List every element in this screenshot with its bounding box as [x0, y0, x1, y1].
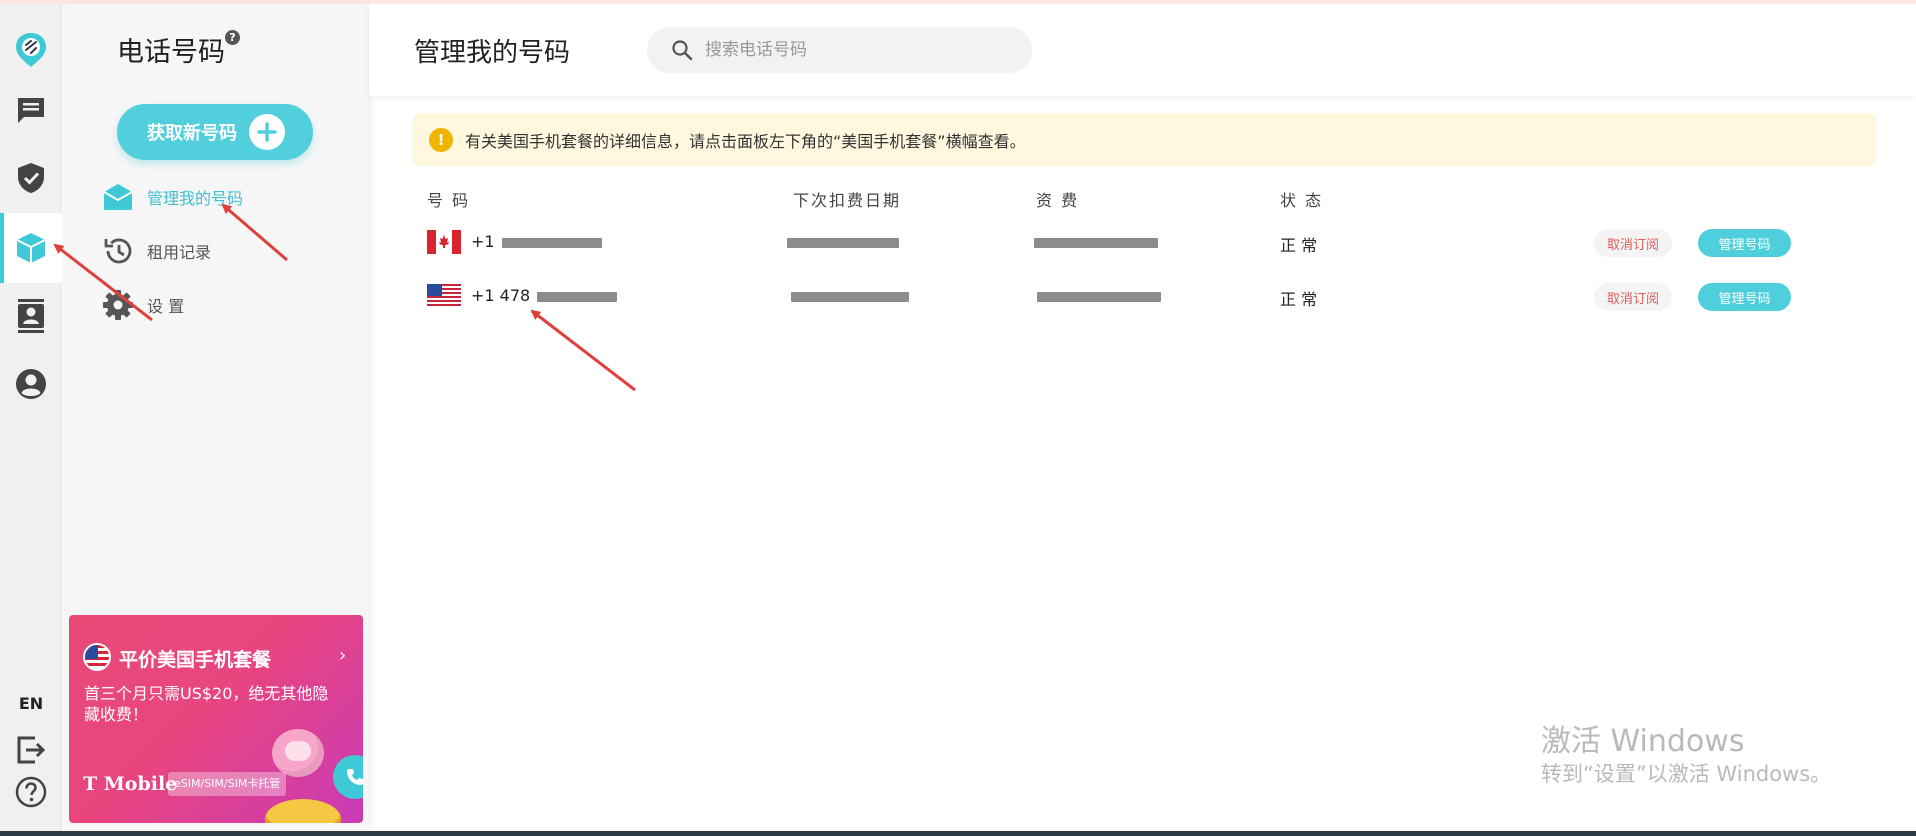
search-icon [672, 40, 693, 61]
get-new-number-button[interactable]: 获取新号码 [117, 104, 313, 160]
sim-card-icon [99, 179, 137, 215]
icon-rail: EN [0, 4, 62, 831]
rail-security[interactable] [0, 148, 62, 208]
redacted-number [501, 237, 602, 248]
redacted-fee [1034, 238, 1158, 248]
us-flag-icon [427, 284, 461, 308]
phone-number: +1 [471, 232, 602, 251]
us-flag-icon [83, 643, 111, 671]
unsubscribe-button[interactable]: 取消订阅 [1594, 283, 1672, 311]
search-bar[interactable] [647, 27, 1032, 73]
promo-tag: eSIM/SIM/SIM卡托管 [168, 772, 287, 796]
panel-title: 电话号码 [117, 37, 225, 68]
canada-flag-icon [427, 230, 461, 254]
search-input[interactable] [705, 40, 1005, 60]
chevron-right-icon: › [339, 645, 347, 666]
history-icon [99, 233, 137, 269]
phone-number: +1 478 [471, 286, 618, 305]
promo-description: 首三个月只需US$20，绝无其他隐藏收费！ [84, 684, 329, 724]
windows-activation-watermark: 激活 Windows [1541, 724, 1745, 759]
table-row: +1 正 常 取消订阅 管理号码 [413, 220, 1876, 264]
shield-check-icon [18, 163, 44, 193]
redacted-fee [1037, 292, 1161, 302]
column-header-number: 号 码 [427, 191, 471, 210]
promo-brand: T Mobile [83, 773, 178, 795]
column-header-fee: 资 费 [1036, 191, 1080, 210]
get-new-number-label: 获取新号码 [147, 123, 237, 143]
rail-contacts[interactable] [0, 286, 62, 346]
chat-bubble-icon [272, 729, 324, 777]
app-logo[interactable] [0, 20, 62, 80]
plus-icon [249, 114, 285, 150]
annotation-arrow [530, 309, 636, 392]
taskbar-edge [0, 831, 1916, 836]
contacts-icon [18, 299, 44, 333]
nav-rental-history-label: 租用记录 [147, 243, 212, 262]
rail-messages[interactable] [0, 80, 62, 140]
user-circle-icon [16, 369, 46, 399]
page-title: 管理我的号码 [414, 38, 571, 68]
rail-help[interactable] [0, 762, 62, 822]
rail-account[interactable] [0, 354, 62, 414]
status-badge: 正 常 [1280, 290, 1318, 309]
notice-text: 有关美国手机套餐的详细信息，请点击面板左下角的“美国手机套餐”横幅查看。 [465, 131, 1026, 151]
info-notice: ! 有关美国手机套餐的详细信息，请点击面板左下角的“美国手机套餐”横幅查看。 [413, 113, 1876, 166]
redacted-billing-date [787, 238, 899, 248]
main-header: 管理我的号码 [369, 4, 1916, 96]
rail-numbers[interactable] [0, 213, 62, 283]
redacted-billing-date [791, 292, 909, 302]
coin-icon [265, 799, 341, 823]
gear-icon [99, 287, 137, 323]
column-header-next-billing: 下次扣费日期 [793, 191, 902, 210]
phone-icon [333, 755, 363, 799]
us-plan-promo-banner[interactable]: 平价美国手机套餐 › 首三个月只需US$20，绝无其他隐藏收费！ T Mobil… [69, 615, 363, 823]
table-row: +1 478 正 常 取消订阅 管理号码 [413, 274, 1876, 318]
help-circle-icon [15, 776, 47, 808]
sidebar-panel: 电话号码 ? 获取新号码 管理我的号码 租用记录 设 置 平价美国手机套餐 › … [63, 4, 368, 831]
phone-number-prefix: +1 478 [471, 286, 531, 305]
unsubscribe-button[interactable]: 取消订阅 [1594, 229, 1672, 257]
language-toggle[interactable]: EN [0, 694, 62, 713]
chat-icon [18, 98, 44, 123]
phone-number-prefix: +1 [471, 232, 495, 251]
help-question-icon[interactable]: ? [225, 30, 240, 45]
warning-icon: ! [429, 127, 453, 152]
status-badge: 正 常 [1280, 236, 1318, 255]
nav-settings-label: 设 置 [147, 297, 185, 316]
nav-settings[interactable]: 设 置 [99, 287, 184, 323]
column-header-status: 状 态 [1280, 191, 1324, 210]
logo-icon [16, 33, 46, 67]
manage-number-button[interactable]: 管理号码 [1698, 229, 1791, 257]
nav-rental-history[interactable]: 租用记录 [99, 233, 211, 269]
nav-manage-numbers-label: 管理我的号码 [147, 189, 244, 208]
manage-number-button[interactable]: 管理号码 [1698, 283, 1791, 311]
redacted-number [537, 291, 618, 302]
windows-activation-hint: 转到“设置”以激活 Windows。 [1541, 762, 1832, 786]
promo-title: 平价美国手机套餐 [119, 649, 272, 671]
nav-manage-numbers[interactable]: 管理我的号码 [99, 179, 243, 215]
sim-box-icon [16, 233, 46, 263]
